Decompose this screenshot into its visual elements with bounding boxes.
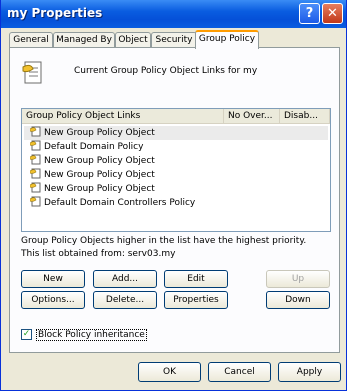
- cancel-button[interactable]: Cancel: [208, 362, 271, 382]
- close-icon: ✕: [327, 6, 338, 21]
- list-item[interactable]: New Group Policy Object: [24, 154, 328, 168]
- column-header-no-override[interactable]: No Over...: [224, 109, 280, 124]
- list-item-label: New Group Policy Object: [44, 156, 155, 166]
- new-button[interactable]: New: [21, 270, 85, 288]
- edit-button[interactable]: Edit: [164, 270, 228, 288]
- ok-button[interactable]: OK: [138, 362, 201, 382]
- list-item-label: New Group Policy Object: [44, 184, 155, 194]
- help-icon: ?: [305, 6, 314, 21]
- list-item-label: Default Domain Policy: [44, 142, 144, 152]
- tab-group-policy[interactable]: Group Policy: [195, 30, 259, 49]
- gpo-scroll-icon: [30, 168, 41, 179]
- list-item[interactable]: New Group Policy Object: [24, 182, 328, 196]
- checkmark-icon: ✓: [22, 329, 31, 339]
- up-button[interactable]: Up: [266, 270, 330, 288]
- list-item[interactable]: Default Domain Controllers Policy: [24, 196, 328, 210]
- properties-button[interactable]: Properties: [164, 291, 228, 309]
- tab-object[interactable]: Object: [115, 32, 151, 48]
- down-button[interactable]: Down: [266, 291, 330, 309]
- gpo-scroll-icon: [30, 154, 41, 165]
- delete-button[interactable]: Delete...: [93, 291, 157, 309]
- priority-info-text: Group Policy Objects higher in the list …: [21, 236, 307, 246]
- list-item-label: Default Domain Controllers Policy: [44, 198, 196, 208]
- list-item[interactable]: New Group Policy Object: [24, 126, 328, 140]
- add-button[interactable]: Add...: [93, 270, 157, 288]
- options-button[interactable]: Options...: [21, 291, 85, 309]
- window-title: my Properties: [7, 6, 103, 20]
- gpo-scroll-icon: [30, 196, 41, 207]
- block-inheritance-checkbox[interactable]: ✓: [21, 329, 32, 340]
- source-server-text: This list obtained from: serv03.my: [21, 249, 176, 259]
- gpo-scroll-icon: [30, 182, 41, 193]
- tab-managed-by[interactable]: Managed By: [53, 32, 115, 48]
- apply-button[interactable]: Apply: [278, 362, 341, 382]
- column-header-disabled[interactable]: Disab...: [280, 109, 330, 124]
- column-header-links[interactable]: Group Policy Object Links: [22, 109, 224, 124]
- group-policy-document-icon: [22, 61, 42, 84]
- title-bar[interactable]: my Properties ? ✕: [1, 0, 346, 28]
- list-item[interactable]: New Group Policy Object: [24, 168, 328, 182]
- list-header: Group Policy Object Links No Over... Dis…: [22, 109, 330, 124]
- close-button[interactable]: ✕: [322, 3, 343, 24]
- block-inheritance-label: Block Policy inheritance: [36, 329, 147, 341]
- list-item-label: New Group Policy Object: [44, 128, 155, 138]
- list-item-label: New Group Policy Object: [44, 170, 155, 180]
- list-item[interactable]: Default Domain Policy: [24, 140, 328, 154]
- gpo-links-list[interactable]: Group Policy Object Links No Over... Dis…: [21, 108, 331, 232]
- current-gpo-links-label: Current Group Policy Object Links for my: [74, 66, 258, 76]
- gpo-scroll-icon: [30, 140, 41, 151]
- gpo-scroll-icon: [30, 126, 41, 137]
- properties-window: my Properties ? ✕ General Managed By Obj…: [0, 0, 347, 391]
- tab-security[interactable]: Security: [151, 32, 197, 48]
- help-button[interactable]: ?: [299, 3, 320, 24]
- tab-general[interactable]: General: [9, 32, 53, 48]
